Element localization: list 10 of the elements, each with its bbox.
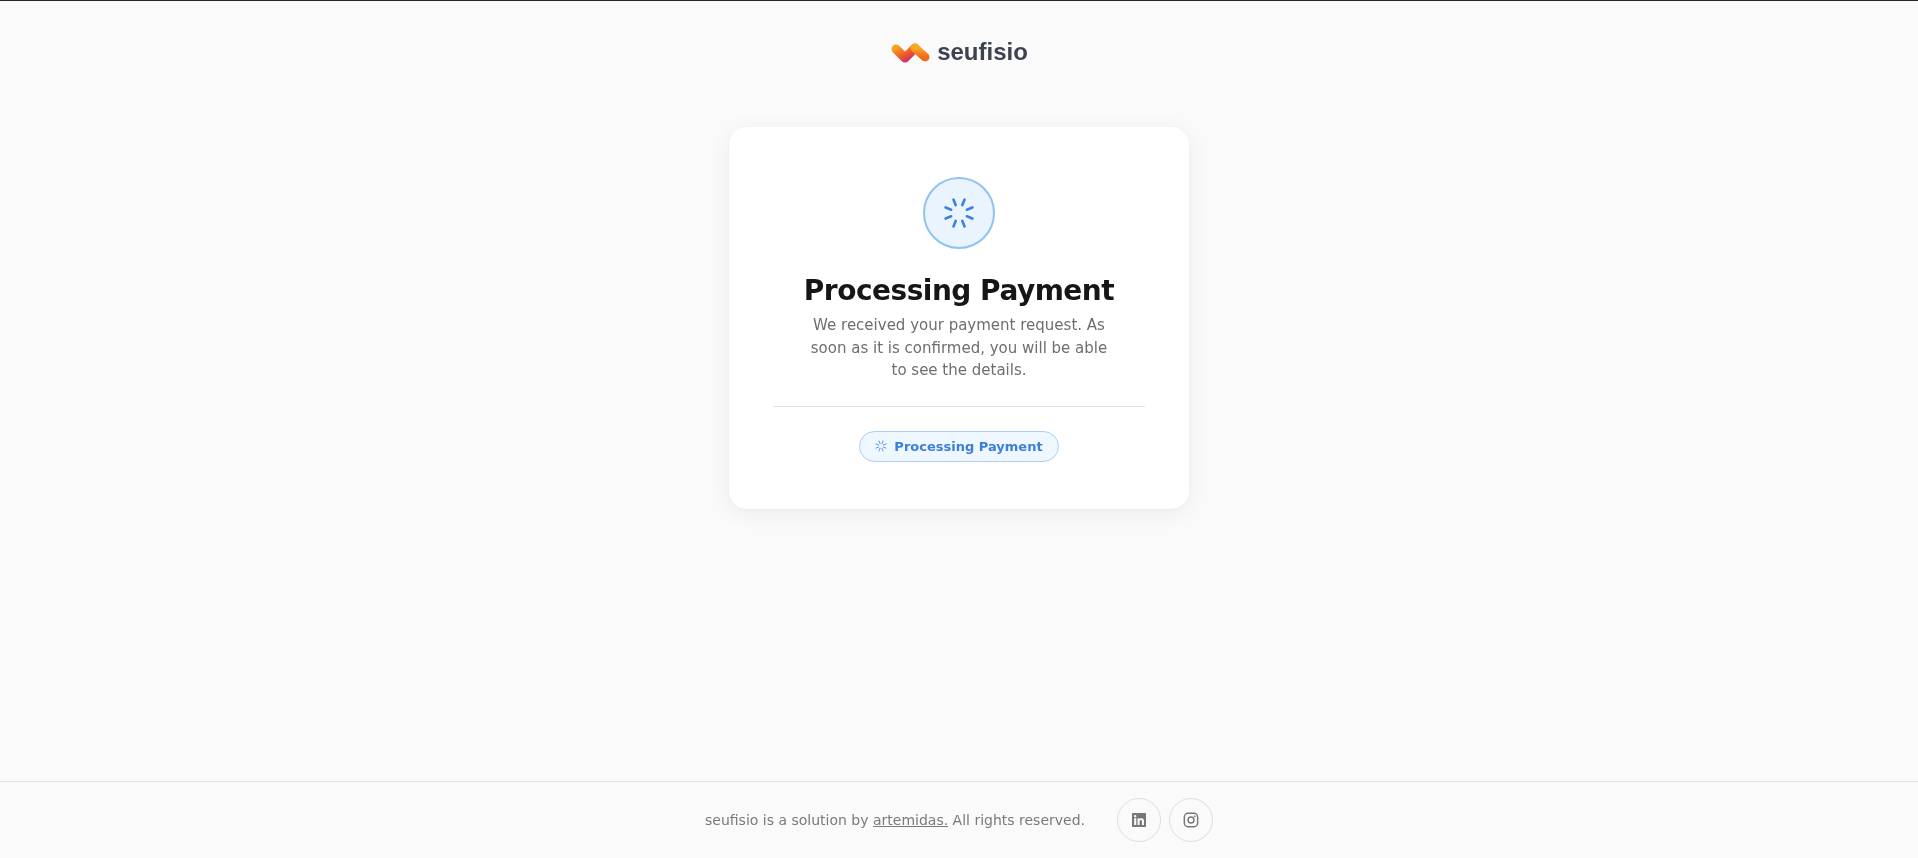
status-message: We received your payment request. As soon as it is confirmed, you will be able to see the details. [809,315,1109,381]
linkedin-icon [1131,812,1147,828]
spinner-icon [875,440,888,452]
instagram-icon [1183,812,1199,828]
footer-link[interactable]: artemidas. [872,812,949,828]
logo-text: seufisio [937,37,1028,67]
spinner-icon [923,177,995,249]
footer-copyright: seufisio is a solution by artemidas. All rights reserved. [705,811,1085,829]
badge-label: Processing Payment [894,437,1043,455]
card-title: Processing Payment [803,274,1115,308]
